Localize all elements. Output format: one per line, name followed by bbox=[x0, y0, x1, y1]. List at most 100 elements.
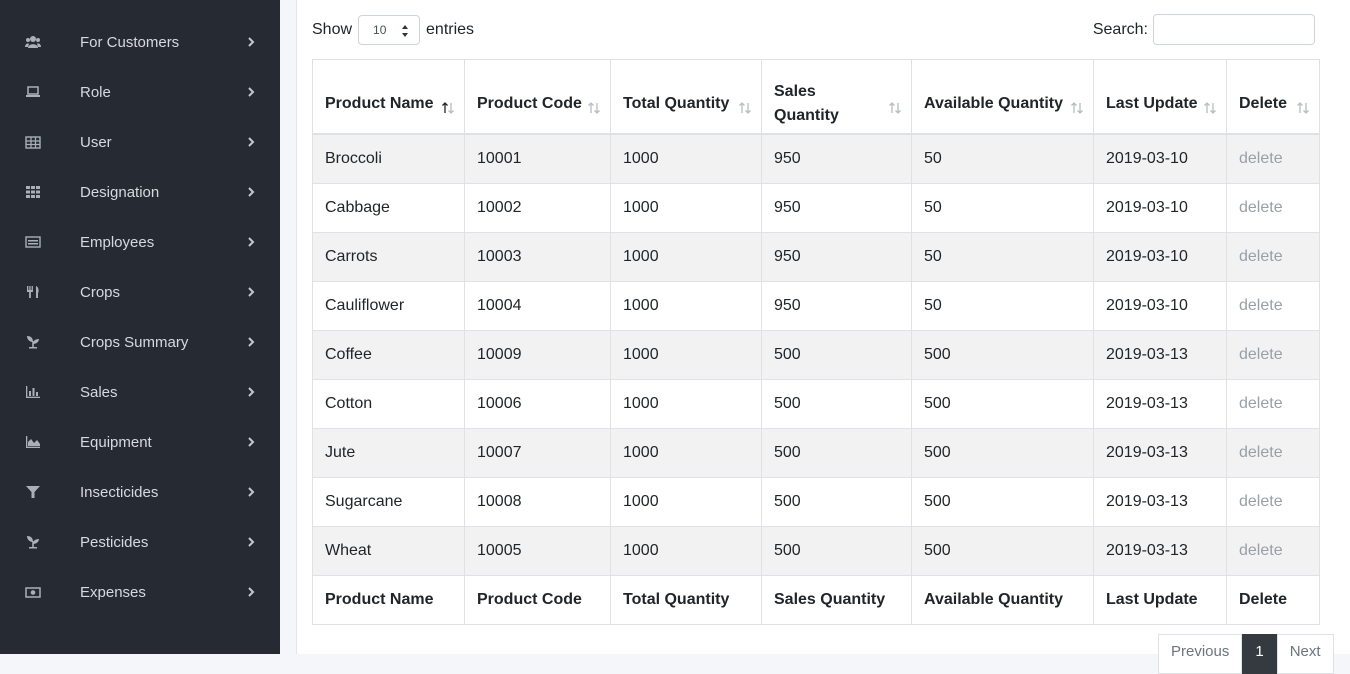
next-page-button[interactable]: Next bbox=[1276, 634, 1334, 674]
sidebar-item-label: Expenses bbox=[80, 583, 146, 601]
column-header-label: Delete bbox=[1239, 94, 1288, 112]
table-cell: 950 bbox=[761, 232, 912, 282]
chevron-right-icon bbox=[246, 535, 256, 549]
delete-link[interactable]: delete bbox=[1239, 493, 1283, 510]
table-cell: 10009 bbox=[464, 330, 611, 380]
sidebar-item-expenses[interactable]: Expenses bbox=[0, 567, 280, 617]
entries-label: entries bbox=[426, 20, 475, 38]
area-chart-icon bbox=[24, 435, 42, 449]
chevron-right-icon bbox=[246, 485, 256, 499]
entries-length-control: Show 10 entries bbox=[312, 14, 474, 45]
column-header[interactable]: Total Quantity bbox=[610, 59, 762, 135]
table-cell: Coffee bbox=[312, 330, 465, 380]
delete-link[interactable]: delete bbox=[1239, 248, 1283, 265]
table-cell: 950 bbox=[761, 281, 912, 331]
data-table-card: Show 10 entries Search: Product Name Prod… bbox=[296, 0, 1350, 674]
table-cell: 500 bbox=[761, 477, 912, 527]
sidebar-item-label: Employees bbox=[80, 233, 155, 251]
table-cell: delete bbox=[1226, 232, 1320, 282]
column-header-label: Product Code bbox=[477, 94, 582, 112]
table-cell: 500 bbox=[761, 379, 912, 429]
grid-icon bbox=[24, 185, 42, 199]
current-page-button[interactable]: 1 bbox=[1242, 634, 1277, 674]
table-cell: 10001 bbox=[464, 133, 611, 184]
sort-icon bbox=[587, 99, 601, 114]
table-cell: Wheat bbox=[312, 526, 465, 576]
sort-icon bbox=[1070, 99, 1084, 114]
column-header[interactable]: Product Code bbox=[464, 59, 611, 135]
table-cell: 2019-03-13 bbox=[1093, 526, 1227, 576]
column-header[interactable]: Last Update bbox=[1093, 59, 1227, 135]
table-cell: Cabbage bbox=[312, 183, 465, 233]
chevron-right-icon bbox=[246, 135, 256, 149]
table-cell: 1000 bbox=[610, 477, 762, 527]
table-cell: 2019-03-10 bbox=[1093, 281, 1227, 331]
sidebar-item-insecticides[interactable]: Insecticides bbox=[0, 467, 280, 517]
table-row: Broccoli 10001 1000 950 50 2019-03-10 delete bbox=[312, 133, 1320, 184]
filter-icon bbox=[24, 485, 42, 499]
table-cell: 2019-03-10 bbox=[1093, 232, 1227, 282]
utensils-icon bbox=[24, 285, 42, 299]
table-row: Jute 10007 1000 500 500 2019-03-13 delete bbox=[312, 428, 1320, 478]
table-cell: Cauliflower bbox=[312, 281, 465, 331]
sidebar-item-user[interactable]: User bbox=[0, 117, 280, 167]
table-cell: delete bbox=[1226, 281, 1320, 331]
column-header-label: Product Name bbox=[325, 94, 434, 112]
table-cell: 950 bbox=[761, 133, 912, 184]
column-header[interactable]: Available Quantity bbox=[911, 59, 1094, 135]
sidebar-item-crops[interactable]: Crops bbox=[0, 267, 280, 317]
table-row: Cabbage 10002 1000 950 50 2019-03-10 delete bbox=[312, 183, 1320, 233]
sidebar-item-crops-summary[interactable]: Crops Summary bbox=[0, 317, 280, 367]
column-footer: Product Name bbox=[312, 575, 465, 625]
table-cell: 2019-03-13 bbox=[1093, 379, 1227, 429]
sidebar-item-role[interactable]: Role bbox=[0, 67, 280, 117]
sidebar-item-label: Insecticides bbox=[80, 483, 159, 501]
search-input[interactable] bbox=[1153, 14, 1315, 45]
column-header-label: Total Quantity bbox=[623, 94, 730, 112]
column-footer: Available Quantity bbox=[911, 575, 1094, 625]
delete-link[interactable]: delete bbox=[1239, 150, 1283, 167]
table-cell: Broccoli bbox=[312, 133, 465, 184]
delete-link[interactable]: delete bbox=[1239, 444, 1283, 461]
table-header-row: Product Name Product Code Total Quantity Sa… bbox=[312, 59, 1320, 135]
column-header[interactable]: Product Name bbox=[312, 59, 465, 135]
table-cell: 500 bbox=[911, 379, 1094, 429]
sort-icon bbox=[441, 99, 455, 114]
laptop-icon bbox=[24, 85, 42, 99]
delete-link[interactable]: delete bbox=[1239, 395, 1283, 412]
table-cell: Sugarcane bbox=[312, 477, 465, 527]
table-cell: 10006 bbox=[464, 379, 611, 429]
sidebar-item-sales[interactable]: Sales bbox=[0, 367, 280, 417]
column-footer: Product Code bbox=[464, 575, 611, 625]
table-row: Wheat 10005 1000 500 500 2019-03-13 delete bbox=[312, 526, 1320, 576]
table-cell: 2019-03-13 bbox=[1093, 477, 1227, 527]
sidebar-item-label: User bbox=[80, 133, 112, 151]
sidebar-item-label: Designation bbox=[80, 183, 160, 201]
sidebar-item-equipment[interactable]: Equipment bbox=[0, 417, 280, 467]
delete-link[interactable]: delete bbox=[1239, 542, 1283, 559]
sidebar-item-for-customers[interactable]: For Customers bbox=[0, 17, 280, 67]
entries-select[interactable]: 10 bbox=[358, 14, 421, 45]
sidebar-item-designation[interactable]: Designation bbox=[0, 167, 280, 217]
previous-page-button[interactable]: Previous bbox=[1158, 634, 1243, 674]
delete-link[interactable]: delete bbox=[1239, 199, 1283, 216]
table-footer-row: Product Name Product Code Total Quantity Sa… bbox=[312, 575, 1320, 625]
bar-chart-icon bbox=[24, 385, 42, 399]
table-cell: 500 bbox=[761, 526, 912, 576]
table-row: Cotton 10006 1000 500 500 2019-03-13 delete bbox=[312, 379, 1320, 429]
column-header[interactable]: Sales Quantity bbox=[761, 59, 912, 135]
table-row: Sugarcane 10008 1000 500 500 2019-03-13 delete bbox=[312, 477, 1320, 527]
column-footer: Total Quantity bbox=[610, 575, 762, 625]
table-cell: 500 bbox=[911, 477, 1094, 527]
table-cell: 10004 bbox=[464, 281, 611, 331]
table-cell: 1000 bbox=[610, 281, 762, 331]
column-header[interactable]: Delete bbox=[1226, 59, 1320, 135]
chevron-right-icon bbox=[246, 385, 256, 399]
table-cell: 10005 bbox=[464, 526, 611, 576]
delete-link[interactable]: delete bbox=[1239, 346, 1283, 363]
delete-link[interactable]: delete bbox=[1239, 297, 1283, 314]
sidebar-item-employees[interactable]: Employees bbox=[0, 217, 280, 267]
chevron-right-icon bbox=[246, 85, 256, 99]
sidebar-item-pesticides[interactable]: Pesticides bbox=[0, 517, 280, 567]
table-cell: delete bbox=[1226, 133, 1320, 184]
